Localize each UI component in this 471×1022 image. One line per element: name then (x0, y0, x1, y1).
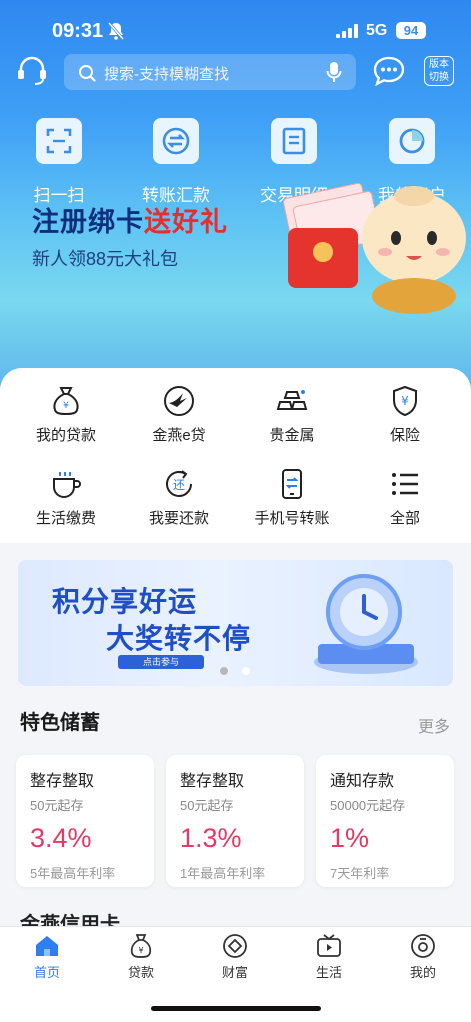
service-label: 全部 (389, 510, 420, 527)
carousel-dot[interactable] (220, 667, 228, 675)
product-name: 整存整取 (30, 773, 95, 790)
service-label: 手机号转账 (254, 510, 330, 527)
account-pie-icon (389, 118, 435, 164)
list-icon (355, 467, 455, 501)
product-rate-note: 7天年利率 (330, 866, 390, 881)
microphone-icon[interactable] (326, 61, 342, 83)
loan-icon: ¥ (94, 933, 188, 959)
search-icon (79, 65, 96, 82)
network-type: 5G (366, 22, 388, 39)
promo-banner[interactable]: 积分享好运 大奖转不停 点击参与 (18, 560, 453, 686)
tab-profile[interactable]: 我的 (376, 933, 470, 981)
svg-text:¥: ¥ (63, 401, 69, 411)
svg-text:¥: ¥ (138, 946, 143, 955)
service-insurance[interactable]: ¥ 保险 (355, 384, 455, 445)
mute-bell-icon (108, 22, 124, 40)
service-phone-transfer[interactable]: 手机号转账 (242, 467, 342, 528)
phone-transfer-icon (242, 467, 342, 501)
product-min-deposit: 50元起存 (30, 798, 84, 813)
scan-icon (36, 118, 82, 164)
hero-banner-title[interactable]: 注册绑卡送好礼 (32, 200, 228, 239)
repay-icon: 还 (129, 467, 229, 501)
service-repayment[interactable]: 还 我要还款 (129, 467, 229, 528)
service-my-loan[interactable]: ¥ 我的贷款 (16, 384, 116, 445)
promo-line2: 大奖转不停 (106, 623, 252, 654)
hero-title-part1: 注册绑卡 (32, 207, 144, 237)
app-header: 搜索-支持模糊查找 版本切换 (0, 52, 471, 92)
status-time: 09:31 (52, 20, 104, 42)
tab-label: 财富 (221, 965, 248, 980)
tv-icon (282, 933, 376, 959)
search-bar[interactable]: 搜索-支持模糊查找 (64, 54, 356, 90)
tab-home[interactable]: 首页 (0, 933, 94, 981)
product-rate: 1% (330, 823, 370, 853)
svg-text:¥: ¥ (401, 394, 409, 408)
version-switch-button[interactable]: 版本切换 (424, 56, 454, 86)
savings-card[interactable]: 通知存款 50000元起存 1% 7天年利率 (316, 755, 454, 887)
service-label: 金燕e贷 (152, 427, 206, 444)
savings-card[interactable]: 整存整取 50元起存 1.3% 1年最高年利率 (166, 755, 304, 887)
product-rate-note: 5年最高年利率 (30, 866, 116, 881)
carousel-dot-active[interactable] (242, 667, 250, 675)
gold-bars-icon (242, 384, 342, 418)
swallow-icon (129, 384, 229, 418)
tab-label: 贷款 (127, 965, 154, 980)
hero-title-part2: 送好礼 (144, 207, 228, 237)
promo-cta-button[interactable]: 点击参与 (118, 655, 204, 669)
section-title: 特色储蓄 (20, 712, 100, 734)
home-indicator[interactable] (151, 1006, 321, 1011)
product-rate: 1.3% (180, 823, 242, 853)
service-precious-metals[interactable]: 贵金属 (242, 384, 342, 445)
mascot-red-envelope-illustration (283, 182, 466, 314)
status-bar: 09:31 5G 94 (0, 0, 471, 60)
tab-label: 首页 (33, 965, 60, 980)
shield-yuan-icon: ¥ (355, 384, 455, 418)
services-panel: ¥ 我的贷款 金燕e贷 贵金属 ¥ 保险 生活缴费 还 我要还款 手机号转账 全… (0, 368, 471, 543)
service-label: 贵金属 (269, 427, 315, 444)
service-label: 生活缴费 (35, 510, 96, 527)
product-rate: 3.4% (30, 823, 92, 853)
profile-icon (376, 933, 470, 959)
tab-label: 生活 (315, 965, 342, 980)
transfer-icon (153, 118, 199, 164)
message-icon[interactable] (373, 56, 405, 86)
tab-label: 我的 (409, 965, 436, 980)
home-icon (0, 933, 94, 959)
search-placeholder: 搜索-支持模糊查找 (104, 66, 229, 83)
tab-wealth[interactable]: 财富 (188, 933, 282, 981)
savings-card[interactable]: 整存整取 50元起存 3.4% 5年最高年利率 (16, 755, 154, 887)
hero-banner-subtitle: 新人领88元大礼包 (32, 249, 179, 269)
product-name: 整存整取 (180, 773, 245, 790)
customer-service-icon[interactable] (16, 56, 48, 86)
quick-action-scan[interactable]: 扫一扫 (19, 118, 99, 206)
product-min-deposit: 50元起存 (180, 798, 234, 813)
battery-level: 94 (396, 22, 426, 39)
signal-icon (336, 24, 358, 38)
cup-icon (16, 467, 116, 501)
tab-life[interactable]: 生活 (282, 933, 376, 981)
product-rate-note: 1年最高年利率 (180, 866, 266, 881)
product-name: 通知存款 (330, 773, 395, 790)
service-life-payment[interactable]: 生活缴费 (16, 467, 116, 528)
tab-loan[interactable]: ¥ 贷款 (94, 933, 188, 981)
loan-bag-icon: ¥ (16, 384, 116, 418)
carousel-indicator (220, 662, 264, 680)
next-section-title: 金燕信用卡 (20, 914, 120, 926)
wealth-icon (188, 933, 282, 959)
svg-text:还: 还 (173, 478, 185, 492)
quick-action-transfer[interactable]: 转账汇款 (136, 118, 216, 206)
promo-line1: 积分享好运 (52, 586, 198, 617)
product-min-deposit: 50000元起存 (330, 798, 406, 813)
service-label: 我的贷款 (35, 427, 96, 444)
service-label: 我要还款 (148, 510, 209, 527)
service-label: 保险 (389, 427, 420, 444)
service-jinyan-loan[interactable]: 金燕e贷 (129, 384, 229, 445)
more-link[interactable]: 更多 (418, 713, 450, 737)
clock-podium-illustration (314, 574, 418, 674)
statement-icon (271, 118, 317, 164)
service-all[interactable]: 全部 (355, 467, 455, 528)
